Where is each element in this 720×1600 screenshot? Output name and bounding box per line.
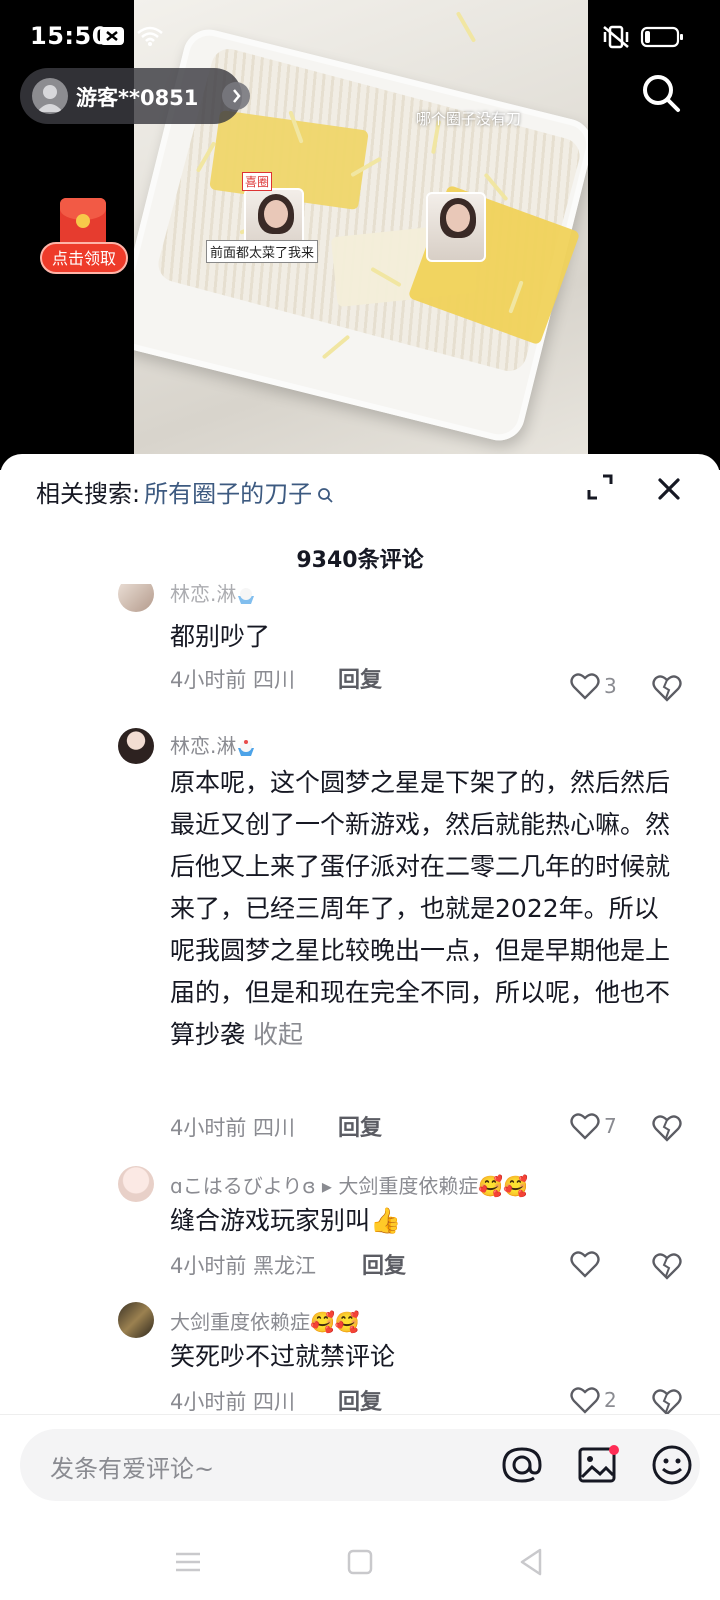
comment-username[interactable]: ɑこはるびよりɞ ▸ 大剑重度依赖症🥰🥰	[170, 1170, 528, 1199]
mention-button[interactable]	[500, 1443, 544, 1487]
comment-meta: 4小时前 四川	[170, 1390, 296, 1414]
comment-username[interactable]: 大剑重度依赖症🥰🥰	[170, 1306, 360, 1335]
comment-text: 原本呢，这个圆梦之星是下架了的，然后然后最近又创了一个新游戏，然后就能热心嘛。然…	[170, 768, 671, 1049]
comment-text: 笑死吵不过就禁评论	[170, 1342, 396, 1371]
claim-reward-label: 点击领取	[40, 242, 128, 274]
avatar[interactable]	[118, 584, 154, 612]
sticker-caption: 前面都太菜了我来	[206, 240, 319, 263]
shaved-ice-emoji-icon	[238, 739, 255, 756]
related-search[interactable]: 相关搜索: 所有圈子的刀子	[36, 474, 334, 509]
related-search-query[interactable]: 所有圈子的刀子	[144, 480, 312, 508]
comment-meta: 4小时前 四川	[170, 1116, 296, 1140]
comment-input-placeholder: 发条有爱评论~	[50, 1455, 215, 1483]
heart-icon	[570, 1113, 600, 1140]
heart-icon	[570, 673, 600, 700]
like-button[interactable]: 7	[570, 1112, 630, 1144]
system-navigation-bar	[0, 1530, 720, 1600]
image-icon	[578, 1445, 619, 1483]
heart-icon	[570, 1387, 600, 1414]
user-icon	[37, 85, 63, 112]
comment-username[interactable]: 林恋.淋	[170, 584, 256, 607]
collapse-button[interactable]: 收起	[253, 1020, 303, 1049]
video-player[interactable]: 喜圈 前面都太菜了我来 哪个圈子没有刀 15:50 游客**0851 点击领取	[0, 0, 720, 470]
chevron-right-icon	[222, 82, 250, 110]
like-count: 7	[604, 1114, 617, 1138]
emoji-button[interactable]	[650, 1443, 694, 1487]
red-envelope-reward[interactable]: 点击领取	[38, 198, 130, 280]
expand-icon	[587, 474, 613, 500]
reply-button[interactable]: 回复	[338, 662, 382, 694]
expand-button[interactable]	[585, 472, 615, 502]
smiley-icon	[652, 1445, 692, 1485]
comment-meta: 4小时前 黑龙江	[170, 1254, 317, 1278]
menu-icon	[176, 1552, 200, 1572]
image-button[interactable]	[576, 1443, 620, 1487]
dislike-button[interactable]	[652, 1252, 684, 1284]
status-bar: 15:50	[0, 0, 720, 70]
home-nav-button[interactable]	[340, 1542, 380, 1582]
reply-button[interactable]: 回复	[338, 1110, 382, 1142]
notification-icon	[100, 27, 124, 45]
comment-username[interactable]: 林恋.淋	[170, 730, 256, 759]
guest-account-chip[interactable]: 游客**0851	[20, 68, 250, 124]
home-square-icon	[347, 1549, 373, 1575]
menu-nav-button[interactable]	[168, 1542, 208, 1582]
broken-heart-icon	[652, 1115, 682, 1142]
search-button[interactable]	[640, 72, 682, 114]
close-button[interactable]	[654, 474, 684, 504]
like-count: 2	[604, 1388, 617, 1412]
avatar[interactable]	[118, 1166, 154, 1202]
broken-heart-icon	[652, 675, 682, 702]
broken-heart-icon	[652, 1253, 682, 1280]
reply-button[interactable]: 回复	[338, 1384, 382, 1416]
reply-button[interactable]: 回复	[362, 1248, 406, 1280]
wifi-icon	[137, 26, 163, 46]
back-nav-button[interactable]	[512, 1542, 552, 1582]
comment-text: 都别吵了	[170, 622, 271, 651]
comment-input[interactable]: 发条有爱评论~	[20, 1429, 700, 1501]
like-count: 3	[604, 674, 617, 698]
search-icon	[318, 488, 333, 503]
broken-heart-icon	[652, 1389, 682, 1416]
dislike-button[interactable]	[652, 1114, 684, 1146]
back-triangle-icon	[520, 1548, 542, 1576]
battery-icon	[640, 26, 683, 48]
dislike-button[interactable]	[652, 674, 684, 706]
shaved-ice-emoji-icon	[238, 587, 255, 604]
heart-icon	[570, 1251, 600, 1278]
guest-name: 游客**0851	[76, 86, 199, 110]
vibrate-mute-icon	[603, 25, 629, 49]
avatar[interactable]	[118, 1302, 154, 1338]
comment-count: 9340条评论	[296, 548, 424, 573]
at-icon	[502, 1447, 542, 1483]
search-icon	[643, 75, 680, 112]
avatar[interactable]	[118, 728, 154, 764]
video-caption: 哪个圈子没有刀	[416, 110, 522, 128]
sticker-girl	[426, 192, 486, 262]
like-button[interactable]: 3	[570, 672, 630, 704]
close-icon	[658, 478, 680, 500]
like-button[interactable]	[570, 1250, 630, 1282]
comment-text: 缝合游戏玩家别叫👍	[170, 1206, 402, 1235]
guest-avatar	[32, 78, 68, 114]
related-search-label: 相关搜索:	[36, 480, 141, 508]
comment-meta: 4小时前 四川	[170, 668, 296, 692]
sticker-tag: 喜圈	[242, 172, 273, 191]
